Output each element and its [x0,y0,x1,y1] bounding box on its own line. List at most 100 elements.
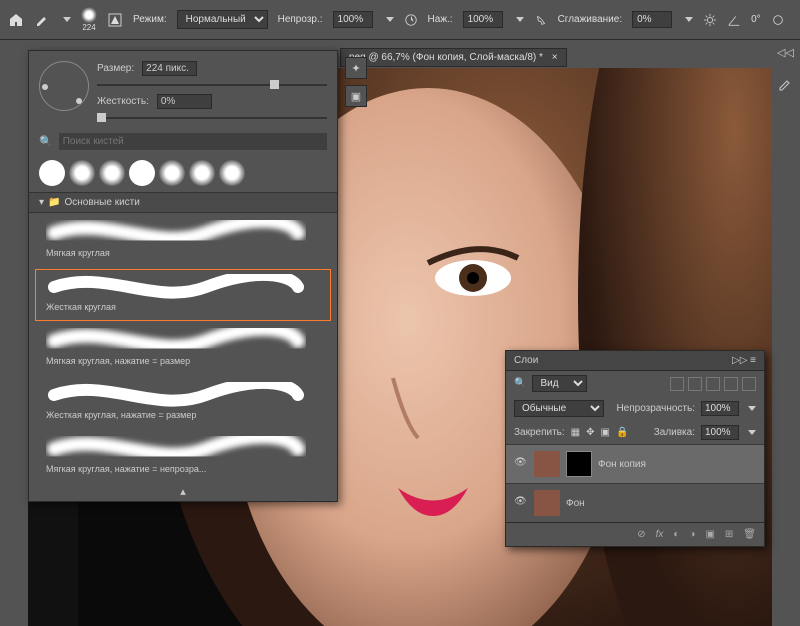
lock-all-icon[interactable]: 🔒 [616,427,628,438]
layer-group-icon[interactable]: ▣ [705,529,714,540]
brush-swatch[interactable] [129,160,155,186]
brush-list: Мягкая круглая Жесткая круглая Мягкая круг… [29,213,337,485]
brush-preset-row[interactable]: Жесткая круглая [35,269,331,321]
mode-label: Режим: [133,14,167,25]
pressure-size-icon[interactable] [771,10,785,30]
brush-preset-row[interactable]: Жесткая круглая, нажатие = размер [35,377,331,429]
folder-toggle-icon: ▾ [39,197,44,208]
layer-name[interactable]: Фон [566,498,585,509]
new-layer-icon[interactable]: ⊞ [725,529,733,540]
search-icon: 🔍 [39,135,53,148]
brush-name: Жесткая круглая [46,302,320,312]
layer-row[interactable]: 👁 Фон [506,483,764,522]
flow-label: Наж.: [428,14,453,25]
brush-name: Жесткая круглая, нажатие = размер [46,410,320,420]
layers-panel-footer: ⊘ fx ◐ ◑ ▣ ⊞ 🗑 [506,522,764,546]
link-layers-icon[interactable]: ⊘ [637,529,645,540]
layer-fx-icon[interactable]: fx [656,529,664,540]
panel-resize-grip[interactable]: ▴ [29,485,337,501]
smoothing-label: Сглаживание: [558,14,623,25]
gear-icon[interactable] [703,10,717,30]
hardness-value[interactable]: 0% [157,94,212,109]
folder-label: Основные кисти [64,197,139,208]
layer-row[interactable]: 👁 Фон копия [506,444,764,483]
layer-name[interactable]: Фон копия [598,459,646,470]
collapse-panel-icon[interactable]: ▷▷ ≡ [732,355,756,366]
brush-preset-row[interactable]: Мягкая круглая, нажатие = непрозра... [35,431,331,483]
brush-size-display: 224 [82,23,95,32]
brush-swatch[interactable] [99,160,125,186]
presets-chevron-icon[interactable] [60,10,71,30]
right-panel-strip: ◁◁ [772,40,800,626]
layer-opacity-input[interactable] [701,401,739,416]
blend-mode-select[interactable]: Нормальный [177,10,268,29]
brush-name: Мягкая круглая, нажатие = непрозра... [46,464,320,474]
filter-shape-icon [724,377,738,391]
fill-label: Заливка: [654,427,695,438]
layers-panel: Слои ▷▷ ≡ 🔍 Вид Обычные Непрозрачность: … [505,350,765,547]
brush-preset-panel: ✦ ▣ Размер: 224 пикс. Жесткость: 0% 🔍 [28,50,338,502]
hardness-slider-label: Жесткость: [97,96,149,107]
brush-swatch[interactable] [69,160,95,186]
filter-adjust-icon [688,377,702,391]
document-tab[interactable]: peg @ 66,7% (Фон копия, Слой-маска/8) * … [340,48,567,67]
brush-settings-icon[interactable] [107,10,123,30]
visibility-eye-icon[interactable]: 👁 [514,496,528,510]
layer-mask-thumb[interactable] [566,451,592,477]
flow-input[interactable] [463,11,503,28]
brush-folder-header[interactable]: ▾ 📁 Основные кисти [29,192,337,213]
filter-pixel-icon [670,377,684,391]
options-bar: 224 Режим: Нормальный Непрозр.: Наж.: Сг… [0,0,800,40]
brush-swatch[interactable] [39,160,65,186]
expand-panels-icon[interactable]: ◁◁ [777,46,795,64]
layer-filter-icons[interactable] [670,377,756,391]
left-toolbar [0,40,24,626]
layer-mask-icon[interactable]: ◐ [673,529,679,540]
brush-preview-swatch[interactable]: 224 [81,6,97,34]
filter-type-icon [706,377,720,391]
brush-search-input[interactable] [59,133,327,150]
lock-position-icon[interactable]: ✥ [586,427,594,438]
brush-preset-row[interactable]: Мягкая круглая [35,215,331,267]
brush-swatch[interactable] [159,160,185,186]
layer-thumb[interactable] [534,490,560,516]
visibility-eye-icon[interactable]: 👁 [514,457,528,471]
brush-preset-row[interactable]: Мягкая круглая, нажатие = размер [35,323,331,375]
lock-artboard-icon[interactable]: ▣ [601,427,610,438]
size-value[interactable]: 224 пикс. [142,61,197,76]
close-tab-icon[interactable]: × [552,52,558,63]
brush-swatch[interactable] [219,160,245,186]
opacity-label: Непрозрачность: [616,403,695,414]
brush-tool-icon[interactable] [34,10,50,30]
brush-name: Мягкая круглая [46,248,320,258]
layer-fill-input[interactable] [701,425,739,440]
opacity-input[interactable] [333,11,373,28]
layers-panel-title: Слои [514,355,538,366]
lock-label: Закрепить: [514,427,565,438]
brush-name: Мягкая круглая, нажатие = размер [46,356,320,366]
folder-icon: 📁 [48,197,60,208]
document-tab-title: peg @ 66,7% (Фон копия, Слой-маска/8) * [349,52,543,63]
new-brush-icon[interactable]: ✦ [345,57,367,79]
angle-icon[interactable] [727,10,741,30]
lock-pixels-icon[interactable]: ▦ [571,427,580,438]
opacity-label: Непрозр.: [278,14,323,25]
size-slider-label: Размер: [97,63,134,74]
blend-mode-select[interactable]: Обычные [514,400,604,417]
brush-swatches-row [29,154,337,192]
delete-layer-icon[interactable]: 🗑 [743,529,756,540]
airbrush-icon[interactable] [534,10,548,30]
layer-thumb[interactable] [534,451,560,477]
angle-value: 0° [751,14,761,25]
pressure-opacity-icon[interactable] [404,10,418,30]
brush-panel-icon[interactable] [777,76,795,94]
hardness-slider[interactable] [97,117,327,119]
brush-swatch[interactable] [189,160,215,186]
layer-filter-kind[interactable]: Вид [532,375,587,392]
brush-liveshape-icon[interactable]: ▣ [345,85,367,107]
adjustment-layer-icon[interactable]: ◑ [689,529,695,540]
smoothing-input[interactable] [632,11,672,28]
size-slider[interactable] [97,84,327,86]
brush-angle-control[interactable] [39,61,89,111]
home-icon[interactable] [8,10,24,30]
